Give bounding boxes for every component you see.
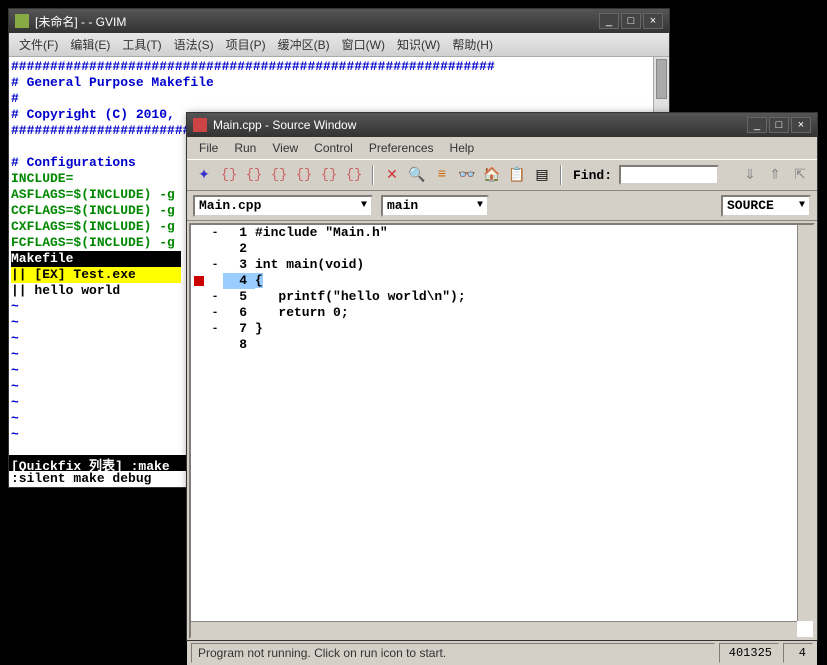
code-line: CXFLAGS=$(INCLUDE) -g [11,219,175,234]
code-line[interactable]: 4{ [191,273,813,289]
menu-window[interactable]: 窗口(W) [336,36,391,53]
menu-help[interactable]: 帮助(H) [446,36,499,53]
locals-icon[interactable]: 🏠 [481,164,503,186]
close-button[interactable]: × [791,117,811,133]
watch-icon[interactable]: 👓 [456,164,478,186]
close-button[interactable]: × [643,13,663,29]
code-line[interactable]: -7} [191,321,813,337]
gvim-menubar: 文件(F) 编辑(E) 工具(T) 语法(S) 项目(P) 缓冲区(B) 窗口(… [9,33,669,57]
src-selectors: Main.cpp▼ main▼ SOURCE▼ [187,191,817,221]
continue-icon[interactable]: {} [293,164,315,186]
code-line: INCLUDE= [11,171,73,186]
menu-syntax[interactable]: 语法(S) [168,36,220,53]
code-line: # General Purpose Makefile [11,75,667,91]
menu-view[interactable]: View [264,141,306,155]
run-icon[interactable]: ✦ [193,164,215,186]
src-code-area[interactable]: -1#include "Main.h"2-3int main(void)4{-5… [189,223,815,639]
quickfix-line[interactable]: || hello world [11,283,120,298]
status-addr: 401325 [719,643,779,663]
maximize-button[interactable]: □ [621,13,641,29]
menu-help[interactable]: Help [442,141,483,155]
menu-edit[interactable]: 编辑(E) [64,36,116,53]
minimize-button[interactable]: _ [747,117,767,133]
menu-run[interactable]: Run [226,141,264,155]
stack-icon[interactable]: ≡ [431,164,453,186]
step-icon[interactable]: {} [218,164,240,186]
maximize-button[interactable]: □ [769,117,789,133]
src-menubar: File Run View Control Preferences Help [187,137,817,159]
minimize-button[interactable]: _ [599,13,619,29]
menu-knowledge[interactable]: 知识(W) [391,36,446,53]
src-title: Main.cpp - Source Window [213,118,356,132]
up-icon[interactable]: ⇑ [764,164,786,186]
gvim-app-icon [15,14,29,28]
src-statusbar: Program not running. Click on run icon t… [187,641,817,665]
gvim-titlebar[interactable]: [未命名] - - GVIM _ □ × [9,9,669,33]
menu-file[interactable]: 文件(F) [13,36,64,53]
console-icon[interactable]: ▤ [531,164,553,186]
code-line: FCFLAGS=$(INCLUDE) -g [11,235,175,250]
code-line[interactable]: 2 [191,241,813,257]
src-toolbar: ✦ {} {} {} {} {} {} ✕ 🔍 ≡ 👓 🏠 📋 ▤ Find: … [187,159,817,191]
menu-buffer[interactable]: 缓冲区(B) [272,36,336,53]
memory-icon[interactable]: 🔍 [406,164,428,186]
status-message: Program not running. Click on run icon t… [191,643,715,663]
code-line[interactable]: 8 [191,337,813,353]
quickfix-line[interactable]: Makefile [11,251,181,267]
code-line[interactable]: -6 return 0; [191,305,813,321]
src-scrollbar-v[interactable] [797,225,813,621]
status-line: 4 [783,643,813,663]
function-selector[interactable]: main▼ [381,195,489,217]
menu-file[interactable]: File [191,141,226,155]
src-scrollbar-h[interactable] [191,621,797,637]
down-icon[interactable]: ⇓ [739,164,761,186]
src-app-icon [193,118,207,132]
code-line[interactable]: -1#include "Main.h" [191,225,813,241]
home-icon[interactable]: ⇱ [789,164,811,186]
code-line[interactable]: -3int main(void) [191,257,813,273]
code-line: ASFLAGS=$(INCLUDE) -g [11,187,175,202]
code-line: CCFLAGS=$(INCLUDE) -g [11,203,175,218]
code-line[interactable]: -5 printf("hello world\n"); [191,289,813,305]
register-icon[interactable]: ✕ [381,164,403,186]
code-line: ########################################… [11,59,667,75]
breakpoints-icon[interactable]: 📋 [506,164,528,186]
menu-tools[interactable]: 工具(T) [116,36,167,53]
next-asm-icon[interactable]: {} [343,164,365,186]
next-icon[interactable]: {} [243,164,265,186]
menu-control[interactable]: Control [306,141,361,155]
quickfix-line[interactable]: || [EX] Test.exe [11,267,181,283]
mode-selector[interactable]: SOURCE▼ [721,195,811,217]
gvim-title: [未命名] - - GVIM [35,13,126,30]
breakpoint-icon[interactable] [194,276,204,286]
find-input[interactable] [619,165,719,185]
file-selector[interactable]: Main.cpp▼ [193,195,373,217]
find-label: Find: [573,168,612,183]
menu-project[interactable]: 项目(P) [220,36,272,53]
step-asm-icon[interactable]: {} [318,164,340,186]
code-line: # [11,91,667,107]
src-titlebar[interactable]: Main.cpp - Source Window _ □ × [187,113,817,137]
source-window: Main.cpp - Source Window _ □ × File Run … [186,112,818,641]
finish-icon[interactable]: {} [268,164,290,186]
menu-preferences[interactable]: Preferences [361,141,442,155]
